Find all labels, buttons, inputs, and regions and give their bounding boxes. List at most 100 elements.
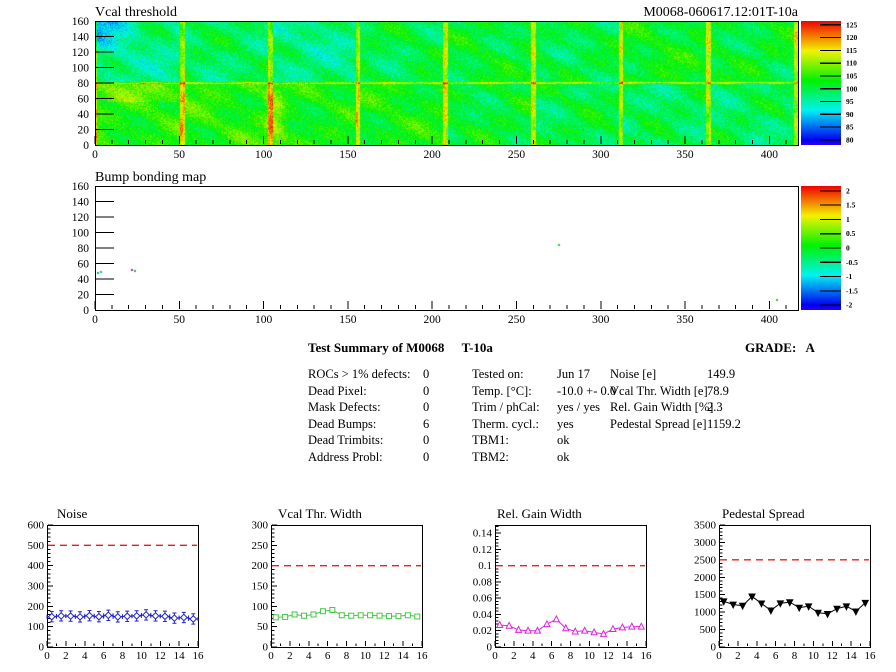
svg-text:3500: 3500 (694, 520, 717, 532)
summary-value: ok (557, 449, 570, 464)
svg-text:10: 10 (136, 650, 148, 662)
svg-text:0: 0 (44, 650, 50, 662)
svg-text:20: 20 (78, 125, 90, 137)
svg-text:4: 4 (754, 650, 760, 662)
svg-text:160: 160 (72, 181, 90, 193)
svg-text:150: 150 (339, 314, 357, 326)
vcal-colorbar (801, 21, 841, 145)
svg-text:0.02: 0.02 (473, 625, 492, 637)
svg-text:150: 150 (339, 149, 357, 161)
result-row: Vcal Thr. Width [e] 78.9 (610, 383, 770, 400)
grade-badge: GRADE: A (745, 340, 815, 356)
svg-text:1: 1 (846, 215, 850, 224)
svg-text:8: 8 (792, 650, 798, 662)
svg-text:4: 4 (306, 650, 312, 662)
summary-defects-column: ROCs > 1% defects: 0 Dead Pixel: 0 Mask Defe… (308, 366, 468, 465)
svg-text:100: 100 (255, 314, 273, 326)
svg-text:300: 300 (592, 314, 610, 326)
svg-text:2: 2 (63, 650, 69, 662)
condition-row: Therm. cycl.: yes (472, 416, 612, 433)
svg-text:2: 2 (287, 650, 293, 662)
svg-text:6: 6 (325, 650, 331, 662)
svg-text:100: 100 (72, 228, 90, 240)
svg-text:250: 250 (252, 540, 269, 552)
svg-text:300: 300 (252, 520, 269, 532)
svg-text:16: 16 (641, 650, 653, 662)
svg-text:0.1: 0.1 (478, 560, 492, 572)
svg-text:300: 300 (28, 581, 45, 593)
svg-text:2: 2 (735, 650, 741, 662)
summary-label: Rel. Gain Width [%] (610, 400, 714, 414)
summary-value: -10.0 +- 0.0 (557, 383, 617, 398)
summary-label: Tested on: (472, 367, 524, 381)
svg-text:0: 0 (83, 305, 89, 317)
svg-text:60: 60 (78, 94, 90, 106)
summary-results-column: Noise [e] 149.9 Vcal Thr. Width [e] 78.9 Rel… (610, 366, 770, 432)
svg-text:300: 300 (592, 149, 610, 161)
result-row: Pedestal Spread [e] 1159.2 (610, 416, 770, 433)
svg-text:350: 350 (676, 149, 694, 161)
grade-value: A (805, 340, 815, 355)
svg-text:90: 90 (846, 110, 854, 119)
bump-map-title: Bump bonding map (95, 170, 207, 185)
summary-label: Therm. cycl.: (472, 416, 539, 431)
svg-text:400: 400 (28, 560, 45, 572)
svg-text:40: 40 (78, 274, 90, 286)
svg-text:4: 4 (82, 650, 88, 662)
summary-value: yes / yes (557, 400, 601, 414)
svg-text:200: 200 (252, 560, 269, 572)
svg-text:14: 14 (846, 650, 858, 662)
svg-text:20: 20 (78, 290, 90, 302)
svg-text:10: 10 (808, 650, 820, 662)
svg-text:0: 0 (711, 642, 717, 654)
svg-text:100: 100 (72, 63, 90, 75)
condition-row: Temp. [°C]: -10.0 +- 0.0 (472, 383, 616, 400)
summary-conditions-column: Tested on: Jun 17 Temp. [°C]: -10.0 +- 0.0 T… (472, 366, 616, 465)
result-row: Rel. Gain Width [%] 2.3 (610, 399, 770, 416)
svg-text:12: 12 (827, 650, 838, 662)
defect-row: Mask Defects: 0 (308, 399, 468, 416)
svg-text:100: 100 (28, 621, 45, 633)
svg-text:2000: 2000 (694, 572, 717, 584)
svg-text:50: 50 (174, 149, 186, 161)
svg-text:350: 350 (676, 314, 694, 326)
summary-label: Dead Trimbits: (308, 433, 384, 447)
svg-text:16: 16 (193, 650, 205, 662)
defect-row: ROCs > 1% defects: 0 (308, 366, 468, 383)
svg-text:140: 140 (72, 32, 90, 44)
svg-text:12: 12 (379, 650, 390, 662)
svg-text:200: 200 (28, 601, 45, 613)
summary-label: Mask Defects: (308, 400, 381, 414)
svg-text:0: 0 (716, 650, 722, 662)
summary-value: 0 (423, 383, 430, 398)
summary-title-text: Test Summary of M0068 (308, 340, 445, 355)
svg-text:10: 10 (360, 650, 372, 662)
bump-colorbar (801, 186, 841, 310)
svg-text:0.12: 0.12 (473, 544, 492, 556)
svg-text:6: 6 (773, 650, 779, 662)
summary-label: ROCs > 1% defects: (308, 367, 411, 381)
result-row: Noise [e] 149.9 (610, 366, 770, 383)
svg-text:14: 14 (174, 650, 186, 662)
svg-text:50: 50 (257, 621, 269, 633)
svg-text:100: 100 (255, 149, 273, 161)
svg-text:8: 8 (120, 650, 126, 662)
svg-text:-1: -1 (846, 272, 852, 281)
svg-text:12: 12 (155, 650, 166, 662)
svg-text:120: 120 (72, 47, 90, 59)
summary-value: 2.3 (707, 400, 723, 414)
svg-text:14: 14 (622, 650, 634, 662)
summary-value: 0 (423, 367, 430, 381)
summary-title: Test Summary of M0068 T-10a (308, 340, 493, 356)
summary-value: 1159.2 (707, 416, 741, 431)
svg-text:120: 120 (846, 33, 858, 42)
summary-label: Trim / phCal: (472, 400, 540, 414)
svg-text:6: 6 (101, 650, 107, 662)
svg-text:0: 0 (268, 650, 274, 662)
svg-text:0: 0 (92, 314, 98, 326)
svg-text:500: 500 (700, 624, 717, 636)
summary-variant: T-10a (461, 340, 493, 355)
svg-text:14: 14 (398, 650, 410, 662)
noise-chart-title: Noise (57, 506, 88, 521)
svg-text:0.14: 0.14 (473, 528, 493, 540)
